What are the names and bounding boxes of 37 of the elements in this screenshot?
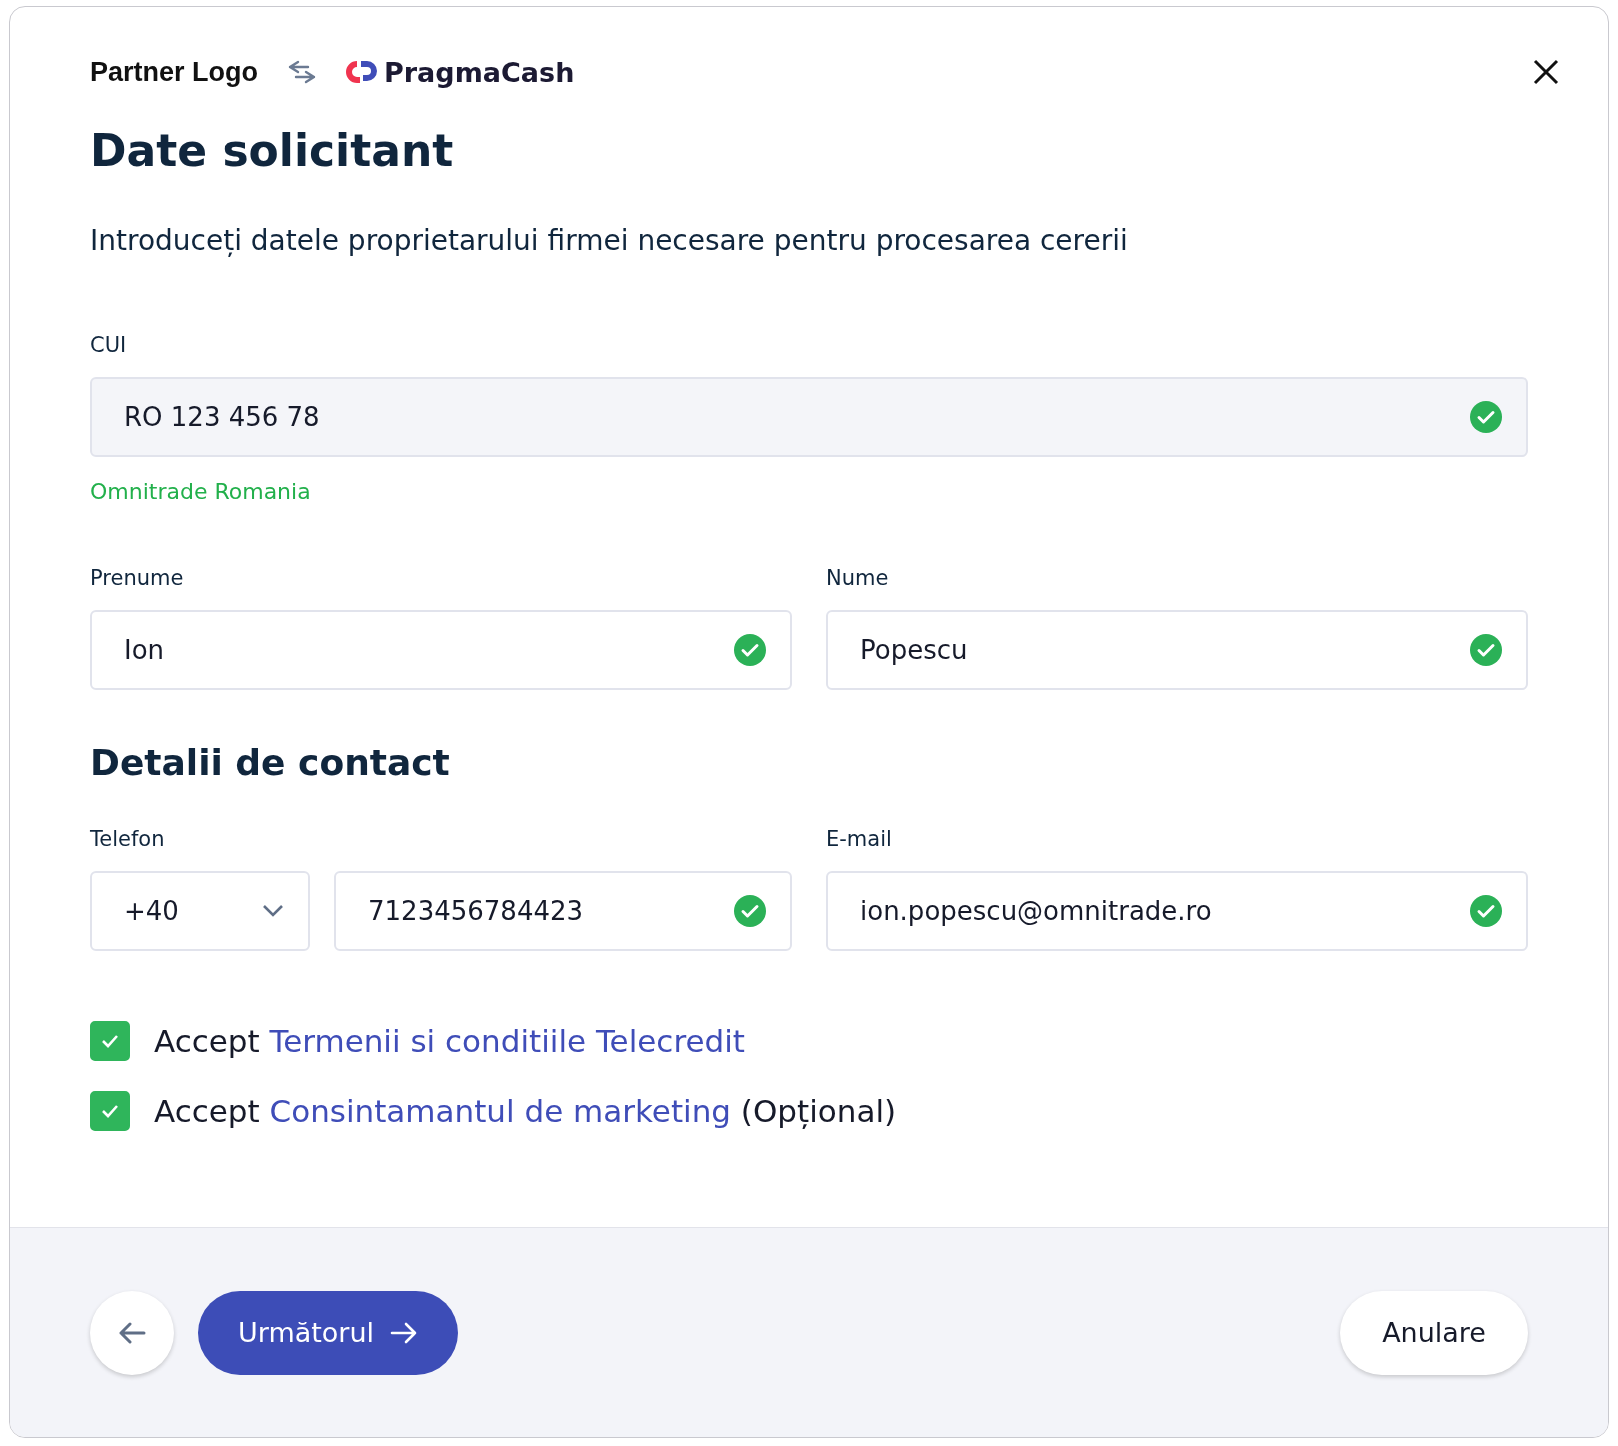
input-field[interactable]: ion.popescu@omnitrade.ro [826,871,1528,951]
cancel-button[interactable]: Anulare [1340,1290,1528,1375]
input-field[interactable]: Popescu [826,610,1528,690]
company-name: Omnitrade Romania [90,479,312,504]
consent-link[interactable]: Consintamantul de marketing [269,1093,731,1129]
swap-arrows-icon [286,59,318,85]
page-title: Date solicitant [90,125,455,176]
check-circle-icon [734,895,766,927]
page-subtitle: Introduceți datele proprietarului firmei necesare pentru procesarea cererii [90,224,1129,257]
check-circle-icon [1470,634,1502,666]
check-circle-icon [1470,401,1502,433]
field-label: E-mail [826,827,893,851]
check-circle-icon [1470,895,1502,927]
chevron-down-icon [262,904,284,918]
brand-name: PragmaCash [384,56,575,88]
input-field[interactable]: 7123456784423 [334,871,792,951]
consent-link[interactable]: Termenii si conditiile Telecredit [269,1023,745,1059]
checkbox[interactable] [90,1021,130,1061]
brand-logo-icon [346,59,378,85]
checkbox[interactable] [90,1091,130,1131]
check-circle-icon [734,634,766,666]
consent-text: Accept Consintamantul de marketing (Opțional) [154,1093,897,1129]
partner-logo: Partner Logo [90,56,258,88]
arrow-left-icon [118,1321,146,1344]
country-code-dropdown[interactable]: +40 [90,871,310,951]
field-label: Nume [826,566,890,590]
field-label: CUI [90,333,128,357]
input-field[interactable]: Ion [90,610,792,690]
arrow-right-icon [390,1321,419,1344]
next-button[interactable]: Următorul [198,1290,459,1375]
checkmark-icon [100,1033,120,1049]
section-heading: Detalii de contact [90,742,451,783]
field-label: Prenume [90,566,185,590]
consent-text: Accept Termenii si conditiile Telecredit [154,1023,745,1059]
back-button[interactable] [90,1290,174,1375]
field-label: Telefon [90,827,166,851]
checkmark-icon [100,1103,120,1119]
